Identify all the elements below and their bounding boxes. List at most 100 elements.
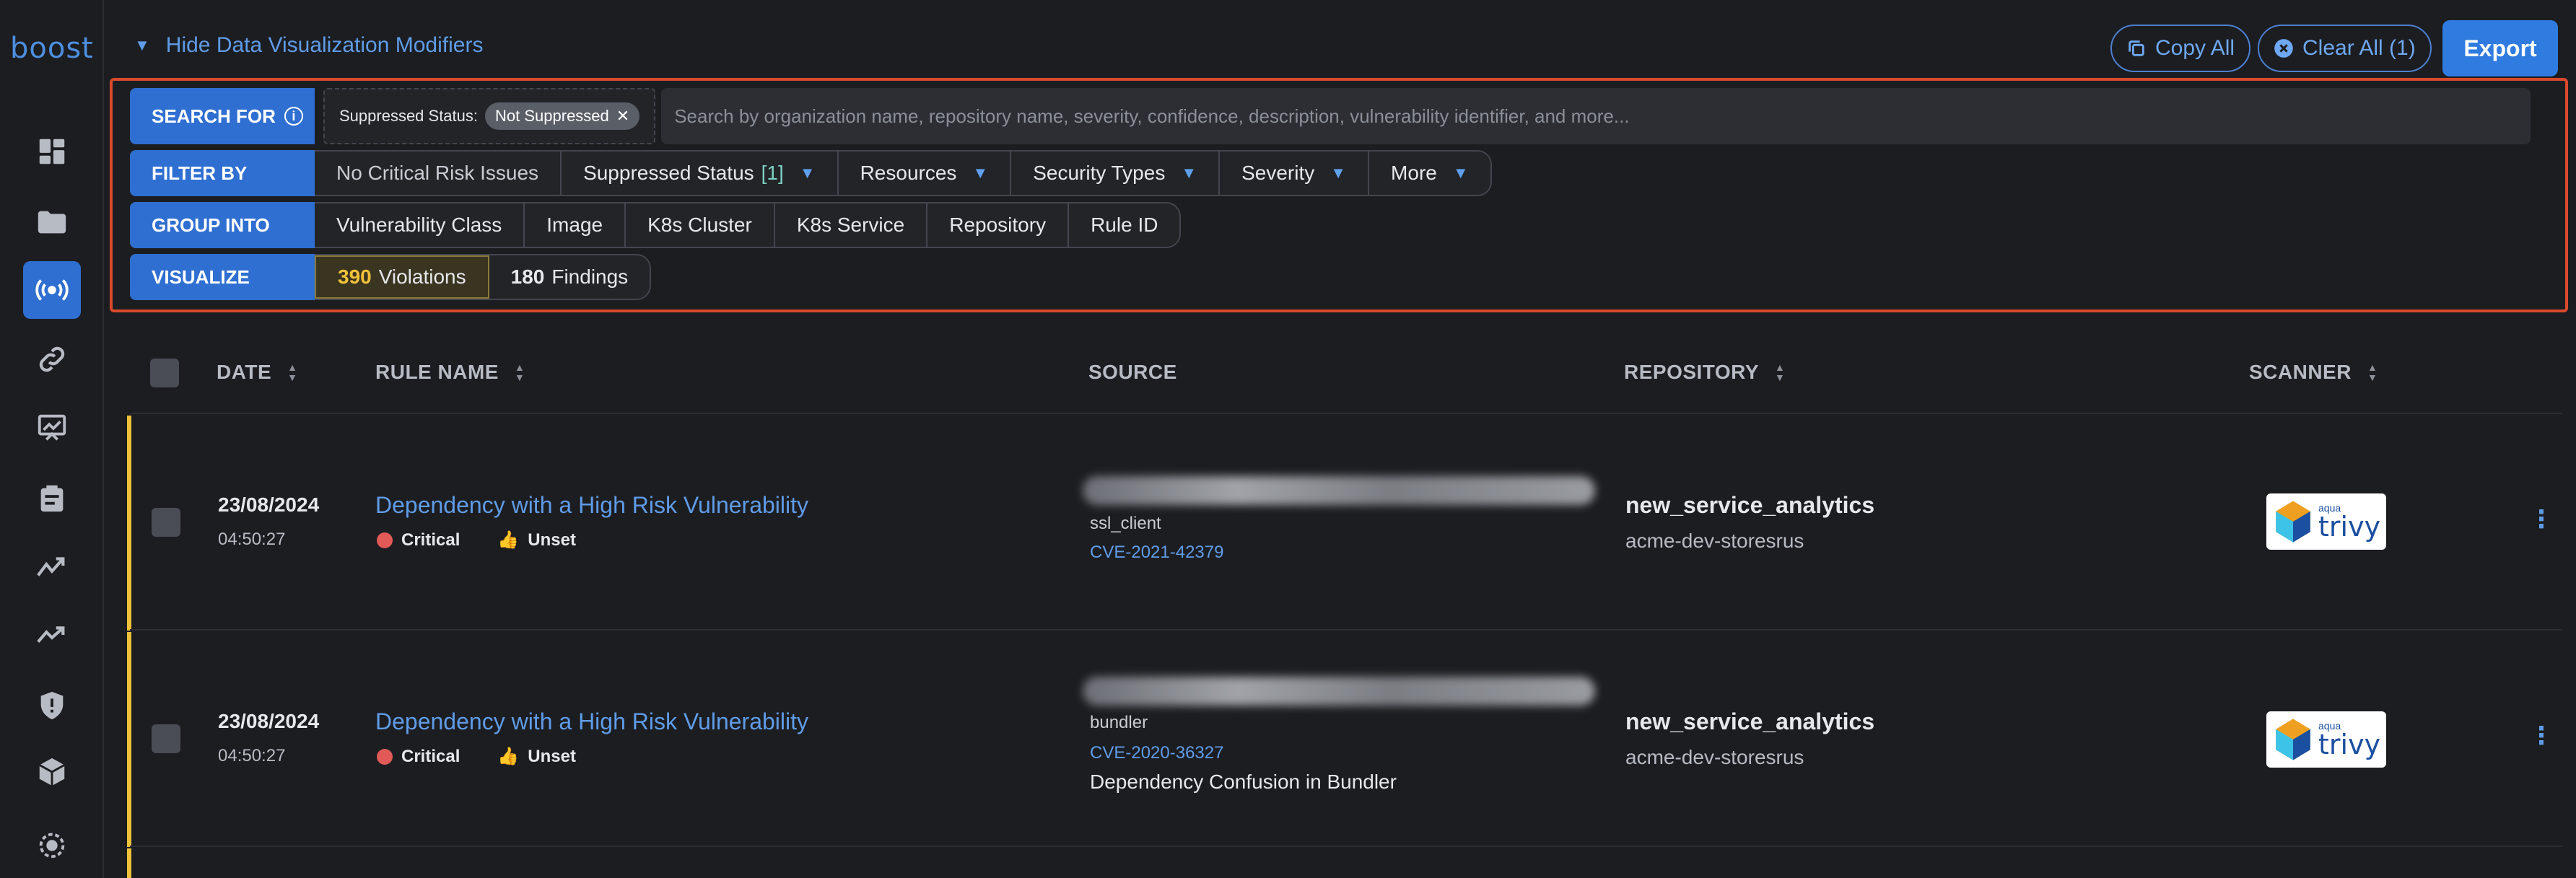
filter-suppressed-status[interactable]: Suppressed Status [1] ▼: [562, 152, 839, 195]
repo-org: acme-dev-storesrus: [1625, 746, 1804, 768]
sort-icon[interactable]: ▲ ▼: [287, 362, 297, 382]
info-icon[interactable]: i: [284, 107, 303, 126]
source-cve-link[interactable]: CVE-2020-36327: [1090, 743, 1223, 763]
table-row[interactable]: [127, 416, 2567, 631]
rule-name-column-header[interactable]: RULE NAME ▲ ▼: [375, 361, 525, 384]
trend-alt-icon[interactable]: [23, 606, 81, 664]
export-button[interactable]: Export: [2442, 20, 2558, 76]
group-vulnerability-class[interactable]: Vulnerability Class: [315, 203, 525, 247]
row-menu-icon[interactable]: ⋮: [2529, 505, 2554, 534]
repository-column-header[interactable]: REPOSITORY ▲ ▼: [1624, 361, 1785, 384]
repo-name: new_service_analytics: [1625, 492, 1875, 518]
row-menu-icon[interactable]: ⋮: [2529, 721, 2554, 750]
close-icon[interactable]: ✕: [616, 107, 629, 126]
thumbs-up-icon[interactable]: 👍: [497, 530, 519, 550]
aqua-cube-icon: [2276, 501, 2310, 543]
trend-icon[interactable]: [23, 538, 81, 596]
findings-count: 180: [510, 265, 545, 288]
search-for-label: SEARCH FOR i: [130, 88, 315, 144]
caret-down-icon: ▼: [799, 164, 816, 182]
caret-down-icon: ▼: [1181, 164, 1197, 182]
chip-key: Suppressed Status:: [339, 107, 479, 125]
triangle-down-icon: ▼: [134, 36, 150, 54]
source-package: bundler: [1090, 713, 1148, 732]
app-logo[interactable]: boost: [10, 32, 94, 65]
filter-by-label: FILTER BY: [130, 150, 315, 196]
filter-security-types[interactable]: Security Types ▼: [1011, 152, 1221, 195]
clipboard-icon[interactable]: [23, 469, 81, 527]
critical-dot-icon: [377, 532, 393, 548]
clear-all-label: Clear All (1): [2302, 36, 2416, 60]
row-date: 23/08/2024: [218, 710, 320, 732]
scanner-column-header[interactable]: SCANNER ▲ ▼: [2249, 361, 2378, 384]
visualize-row: VISUALIZE 390 Violations 180 Findings: [130, 254, 652, 300]
scanner-name: trivy: [2318, 729, 2381, 760]
trivy-logo: aqua trivy: [2266, 493, 2386, 550]
hide-modifiers-toggle[interactable]: ▼ Hide Data Visualization Modifiers: [134, 33, 483, 58]
search-for-row: SEARCH FOR i Suppressed Status: Not Supp…: [130, 88, 2531, 144]
row-time: 04:50:27: [218, 746, 286, 765]
rule-name-link[interactable]: Dependency with a High Risk Vulnerabilit…: [375, 492, 808, 519]
copy-all-button[interactable]: Copy All: [2110, 25, 2251, 72]
thumbs-up-icon[interactable]: 👍: [497, 746, 519, 767]
search-input[interactable]: [661, 88, 2531, 144]
source-package: ssl_client: [1090, 514, 1161, 533]
group-k8s-cluster[interactable]: K8s Cluster: [626, 203, 775, 247]
suppressed-status-chip[interactable]: Not Suppressed ✕: [485, 102, 640, 130]
group-image[interactable]: Image: [525, 203, 626, 247]
critical-dot-icon: [377, 748, 393, 765]
group-k8s-service[interactable]: K8s Service: [774, 203, 928, 247]
hide-modifiers-label: Hide Data Visualization Modifiers: [165, 33, 484, 57]
filter-count-badge: [1]: [761, 162, 784, 184]
row-checkbox[interactable]: [152, 724, 180, 753]
source-column-header: SOURCE: [1088, 361, 1177, 383]
sort-icon[interactable]: ▲ ▼: [515, 362, 525, 382]
header-divider: [130, 413, 2562, 414]
sidebar: boost: [0, 0, 104, 878]
sort-icon[interactable]: ▲ ▼: [2367, 362, 2378, 382]
caret-down-icon: ▼: [1330, 164, 1347, 182]
visualize-findings[interactable]: 180 Findings: [489, 255, 650, 299]
dashboard-icon[interactable]: [23, 123, 81, 180]
repo-name: new_service_analytics: [1625, 708, 1875, 734]
source-cve-link[interactable]: CVE-2021-42379: [1090, 543, 1223, 563]
group-repository[interactable]: Repository: [927, 203, 1070, 247]
broadcast-icon[interactable]: [23, 261, 81, 319]
package-icon[interactable]: [23, 743, 81, 801]
presentation-chart-icon[interactable]: [23, 398, 81, 456]
row-date: 23/08/2024: [218, 493, 320, 516]
date-column-header[interactable]: DATE ▲ ▼: [217, 361, 298, 384]
caret-down-icon: ▼: [972, 164, 989, 182]
search-chip-area: Suppressed Status: Not Suppressed ✕: [323, 88, 656, 144]
row-divider: [130, 846, 2562, 847]
copy-icon: [2129, 40, 2144, 56]
chip-value: Not Suppressed: [495, 107, 609, 125]
filter-more[interactable]: More ▼: [1369, 152, 1490, 195]
severity-indicator: Critical 👍 Unset: [377, 530, 576, 550]
rule-name-link[interactable]: Dependency with a High Risk Vulnerabilit…: [375, 708, 808, 735]
group-rule-id[interactable]: Rule ID: [1069, 203, 1180, 247]
row-time: 04:50:27: [218, 530, 286, 549]
table-row[interactable]: [127, 632, 2567, 847]
sort-icon[interactable]: ▲ ▼: [1775, 362, 1785, 382]
visualize-violations[interactable]: 390 Violations: [315, 255, 489, 299]
radar-icon[interactable]: [23, 815, 81, 873]
group-into-label: GROUP INTO: [130, 202, 315, 248]
repo-org: acme-dev-storesrus: [1625, 530, 1804, 552]
table-row[interactable]: [127, 848, 2567, 878]
filter-severity[interactable]: Severity ▼: [1220, 152, 1370, 195]
folder-icon[interactable]: [23, 193, 81, 251]
redacted-source: [1083, 476, 1595, 505]
clear-all-button[interactable]: Clear All (1): [2258, 25, 2432, 72]
shield-alert-icon[interactable]: [23, 677, 81, 734]
visualize-label: VISUALIZE: [130, 254, 315, 300]
filter-resources[interactable]: Resources ▼: [838, 152, 1012, 195]
group-options: Vulnerability Class Image K8s Cluster K8…: [315, 202, 1182, 248]
row-checkbox[interactable]: [152, 508, 180, 537]
filter-options: No Critical Risk Issues Suppressed Statu…: [315, 150, 1492, 196]
close-circle-icon: [2274, 39, 2293, 58]
source-description: Dependency Confusion in Bundler: [1090, 771, 1397, 793]
link-icon[interactable]: [23, 330, 81, 388]
select-all-checkbox[interactable]: [150, 359, 179, 387]
filter-no-critical-risk[interactable]: No Critical Risk Issues: [315, 152, 562, 195]
